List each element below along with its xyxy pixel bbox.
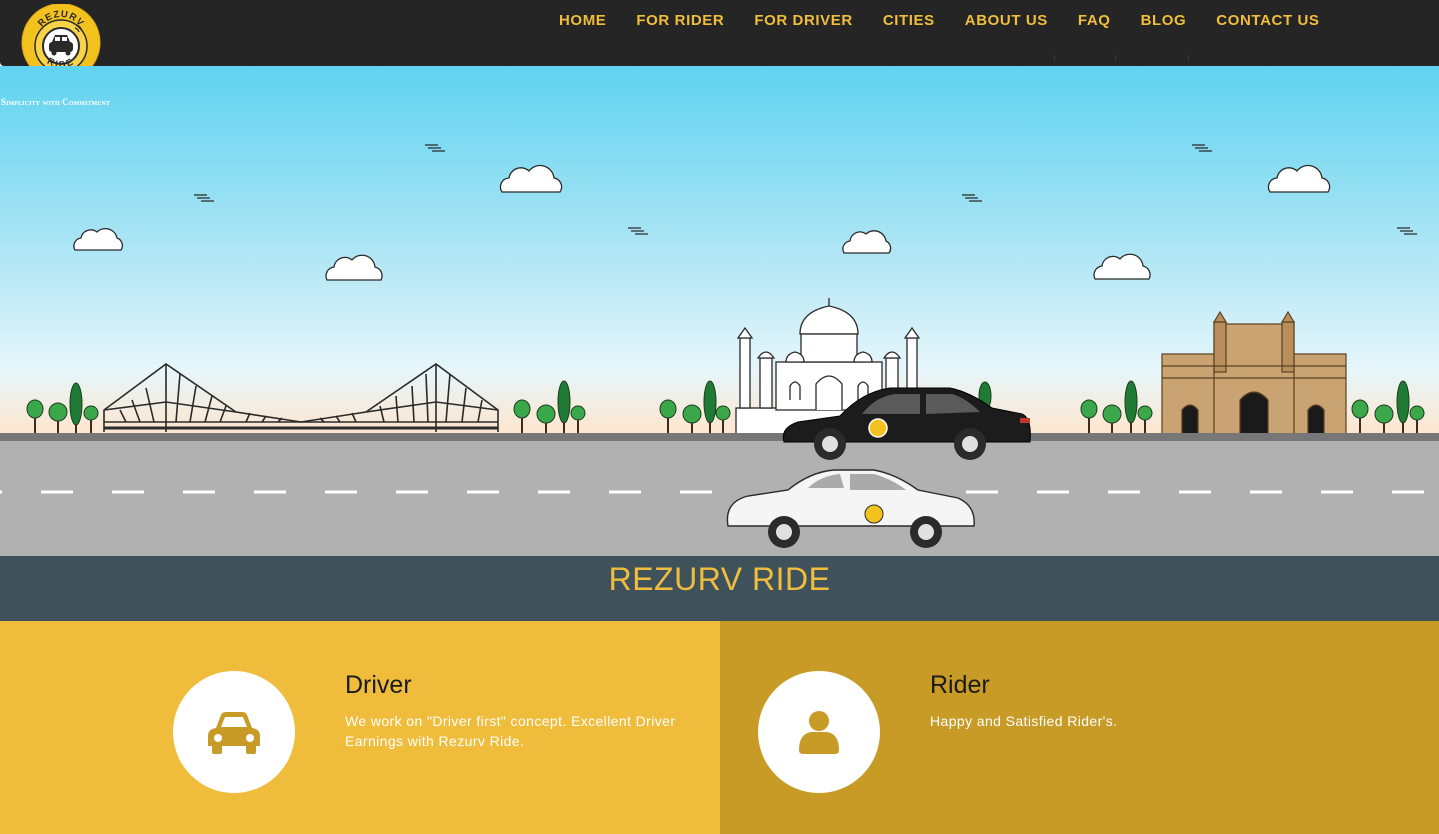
- nav-blog[interactable]: BLOG: [1130, 12, 1198, 30]
- rider-panel: Rider Happy and Satisfied Rider's.: [720, 621, 1439, 834]
- rider-title: Rider: [930, 671, 990, 699]
- tagline: Simplicity with Commitment: [1, 97, 110, 107]
- hero-banner: [0, 66, 1439, 556]
- nav-faq[interactable]: FAQ: [1067, 12, 1122, 30]
- driver-icon-circle: [173, 671, 295, 793]
- page-title: REZURV RIDE: [608, 561, 831, 597]
- gateway-of-india: [1161, 310, 1347, 435]
- nav-home[interactable]: HOME: [548, 12, 617, 30]
- driver-description: We work on "Driver first" concept. Excel…: [345, 713, 676, 749]
- road-curb: [0, 433, 1439, 441]
- divider: [1054, 55, 1055, 61]
- brand-band: REZURV RIDE: [0, 556, 1439, 621]
- driver-panel: Driver We work on "Driver first" concept…: [0, 621, 720, 834]
- nav-for-driver[interactable]: FOR DRIVER: [743, 12, 864, 30]
- rider-description: Happy and Satisfied Rider's.: [930, 713, 1118, 729]
- user-icon: [799, 711, 839, 754]
- car-icon: [208, 712, 260, 754]
- divider: [1188, 55, 1189, 61]
- main-nav: HOME FOR RIDER FOR DRIVER CITIES ABOUT U…: [548, 12, 1339, 30]
- road: [0, 441, 1439, 556]
- bridge: [103, 363, 499, 432]
- top-navigation-bar: HOME FOR RIDER FOR DRIVER CITIES ABOUT U…: [0, 0, 1439, 66]
- cloud: [1093, 253, 1151, 280]
- clouds: [73, 164, 1331, 281]
- nav-about-us[interactable]: ABOUT US: [954, 12, 1059, 30]
- cloud: [73, 228, 123, 251]
- cloud: [499, 164, 563, 193]
- cloud: [1267, 164, 1331, 193]
- rider-icon-circle: [758, 671, 880, 793]
- nav-cities[interactable]: CITIES: [872, 12, 946, 30]
- nav-contact-us[interactable]: CONTACT US: [1205, 12, 1330, 30]
- cloud: [842, 230, 892, 254]
- birds: [194, 144, 1417, 235]
- divider: [1115, 55, 1116, 61]
- nav-for-rider[interactable]: FOR RIDER: [625, 12, 735, 30]
- cloud: [325, 254, 383, 281]
- driver-title: Driver: [345, 671, 412, 699]
- city-illustration: [0, 144, 1439, 556]
